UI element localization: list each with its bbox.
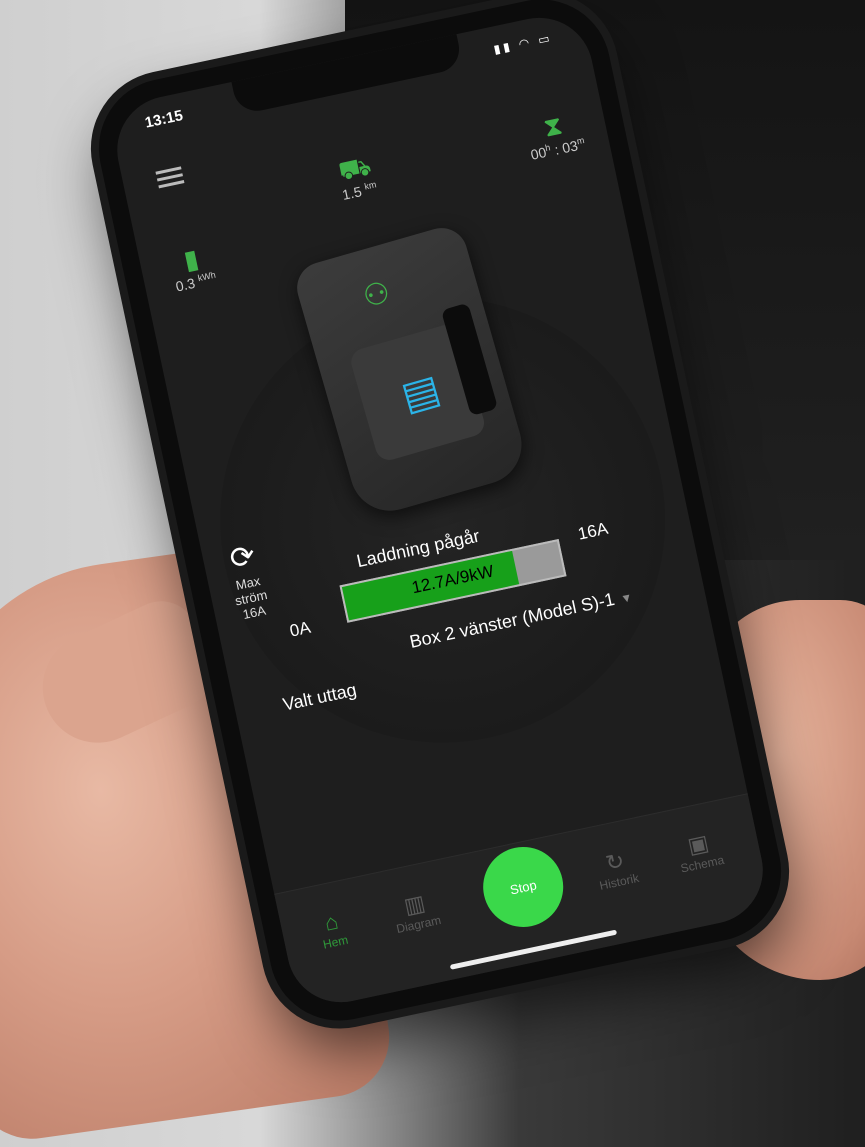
energy-stat: ▮ 0.3 kWh	[168, 240, 218, 294]
tab-schedule[interactable]: ▣ Schema	[656, 824, 743, 880]
status-bar: 13:15 ▮▮ ◠ ▭	[143, 29, 554, 135]
tab-diagram[interactable]: ▥ Diagram	[373, 884, 460, 940]
energy-value: 0.3	[174, 274, 197, 295]
tab-bar: ⌂ Hem ▥ Diagram Stop ↻ Historik ▣ Schema	[274, 793, 773, 1013]
time-stat: ⧗ 00h : 03m	[523, 106, 587, 163]
range-unit: km	[363, 179, 378, 192]
status-icons: ▮▮ ◠ ▭	[492, 30, 554, 57]
status-time: 13:15	[143, 107, 185, 132]
menu-icon[interactable]	[155, 166, 185, 189]
range-value: 1.5	[340, 183, 364, 203]
time-minutes-unit: m	[575, 135, 586, 147]
tab-home[interactable]: ⌂ Hem	[290, 902, 377, 958]
bar-min-label: 0A	[287, 617, 313, 641]
car-plug-icon: ⚇	[359, 275, 395, 315]
home-indicator	[449, 929, 618, 970]
charging-battery-icon: ▤	[396, 366, 446, 420]
tab-history[interactable]: ↻ Historik	[573, 841, 660, 897]
time-hours-unit: h	[544, 142, 552, 154]
energy-unit: kWh	[196, 269, 217, 284]
stop-button[interactable]: Stop	[475, 839, 571, 935]
range-stat: ⛟ 1.5 km	[334, 150, 378, 203]
